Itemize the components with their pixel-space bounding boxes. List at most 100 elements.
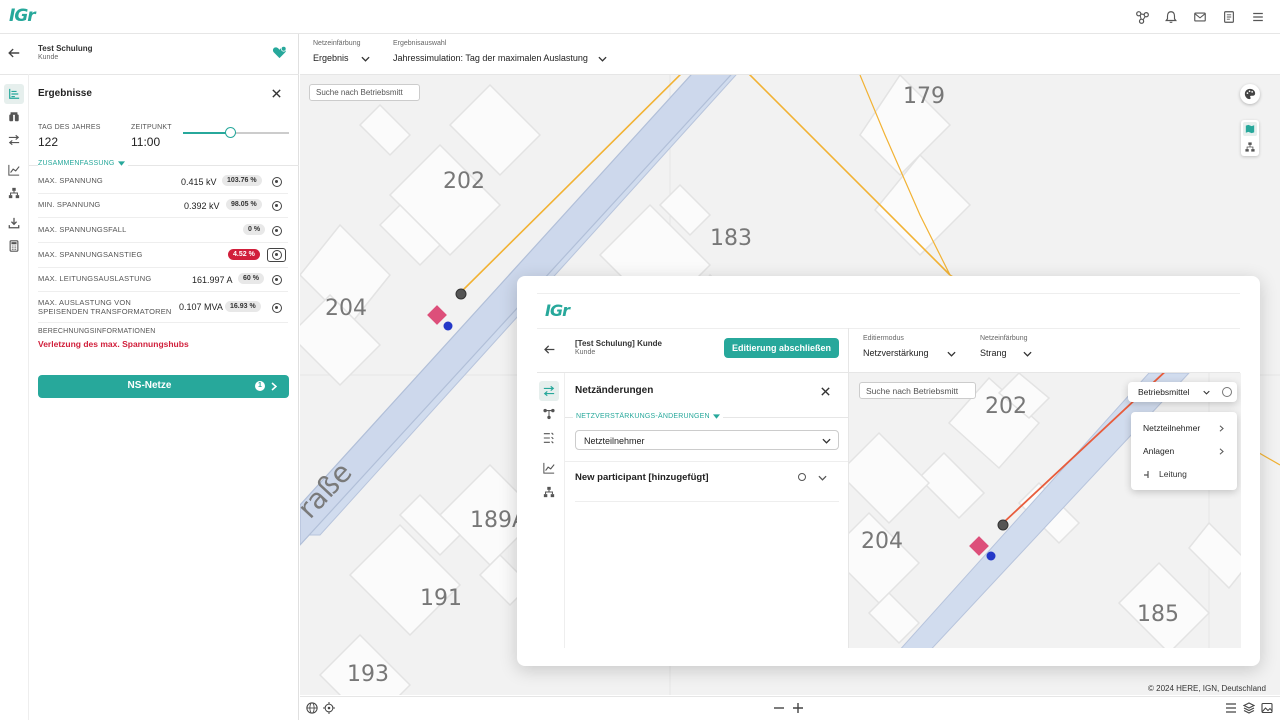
metric-label: MAX. SPANNUNGSANSTIEG	[38, 250, 143, 259]
mail-icon[interactable]	[1192, 9, 1208, 25]
card-network-icon[interactable]	[543, 408, 555, 420]
download-icon[interactable]	[4, 213, 24, 233]
card-hierarchy-icon[interactable]	[543, 486, 555, 498]
card-back-arrow-icon[interactable]	[543, 343, 556, 356]
metric-badge: 0 %	[243, 224, 266, 235]
chevron-right-icon	[1219, 425, 1224, 432]
card-list-settings-icon[interactable]	[543, 432, 555, 444]
document-icon[interactable]	[1221, 9, 1237, 25]
locate-icon[interactable]	[272, 275, 282, 285]
image-icon[interactable]	[1261, 702, 1273, 714]
calculator-icon[interactable]	[4, 236, 24, 256]
binoculars-icon[interactable]	[4, 107, 24, 127]
top-bar: IGr	[0, 0, 1280, 34]
house-number: 179	[903, 84, 945, 109]
map-mode-icon[interactable]	[1243, 122, 1257, 136]
time-value: 11:00	[131, 135, 161, 149]
locate-icon[interactable]	[272, 226, 282, 236]
menu-item-participants[interactable]: Netzteilnehmer	[1131, 417, 1237, 439]
ns-networks-label: NS-Netze	[127, 380, 172, 391]
palette-button[interactable]	[1240, 84, 1260, 104]
zoom-out-icon[interactable]	[773, 702, 785, 714]
coloring-select[interactable]: Ergebnis	[313, 53, 373, 67]
chevron-down-icon	[1203, 390, 1210, 395]
chart-icon[interactable]	[4, 160, 24, 180]
summary-toggle[interactable]: ZUSAMMENFASSUNG	[38, 160, 128, 167]
schematic-mode-icon[interactable]	[1243, 140, 1257, 154]
close-results-icon[interactable]	[271, 88, 282, 99]
zoom-in-icon[interactable]	[792, 702, 804, 714]
card-list-line	[565, 461, 848, 462]
overlay-screenshot-card: IGr [Test Schulung] Kunde Kunde Editieru…	[517, 276, 1260, 666]
card-project-subtitle: Kunde	[575, 349, 596, 356]
metric-row-voltage-drop: MAX. SPANNUNGSFALL 0 %	[38, 219, 288, 243]
card-swap-icon[interactable]	[539, 381, 559, 401]
map-view-toggle	[1241, 120, 1259, 156]
bell-icon[interactable]	[1163, 9, 1179, 25]
edit-mode-value: Netzverstärkung	[863, 348, 929, 358]
project-title: Test Schulung	[38, 44, 93, 53]
time-slider-thumb[interactable]	[225, 127, 237, 138]
hierarchy-icon[interactable]	[4, 183, 24, 203]
asset-type-dropdown[interactable]: Betriebsmittel	[1128, 382, 1237, 402]
card-panel-title: Netzänderungen	[575, 385, 654, 396]
heart-status-icon[interactable]	[272, 46, 287, 59]
result-select[interactable]: Jahressimulation: Tag der maximalen Ausl…	[393, 53, 613, 67]
card-house-number: 185	[1137, 602, 1179, 627]
house-number: 191	[420, 586, 462, 611]
results-title: Ergebnisse	[38, 88, 92, 99]
menu-item-line[interactable]: Leitung	[1131, 463, 1237, 485]
metric-badge: 16.93 %	[225, 301, 261, 312]
participant-item-label[interactable]: New participant [hinzugefügt]	[575, 472, 709, 483]
menu-item-label: Anlagen	[1143, 446, 1175, 456]
icon-rail	[0, 74, 29, 720]
edit-mode-label: Editiermodus	[863, 335, 904, 342]
participant-locate-icon[interactable]	[798, 473, 806, 481]
metric-label: MIN. SPANNUNG	[38, 200, 101, 209]
left-panel: Test Schulung Kunde Ergebnisse TAG DES J…	[0, 34, 299, 720]
menu-icon[interactable]	[1250, 9, 1266, 25]
metric-label-line2: SPEISENDEN TRANSFORMATOREN	[38, 307, 172, 316]
back-arrow-icon[interactable]	[7, 46, 21, 60]
participant-type-select[interactable]: Netzteilnehmer	[575, 430, 839, 450]
card-close-icon[interactable]	[820, 386, 831, 397]
app-logo[interactable]: IGr	[9, 6, 36, 26]
day-value: 122	[38, 135, 59, 149]
check-circle-icon[interactable]	[1222, 387, 1232, 397]
card-section-toggle[interactable]: NETZVERSTÄRKUNGS-ÄNDERUNGEN	[573, 413, 723, 420]
network-icon[interactable]	[1134, 9, 1150, 25]
ns-networks-button[interactable]: NS-Netze 1	[38, 375, 289, 398]
results-icon[interactable]	[4, 84, 24, 104]
map-search-input[interactable]: Suche nach Betriebsmitt	[309, 84, 420, 101]
participant-expand-icon[interactable]	[818, 475, 827, 481]
summary-label: ZUSAMMENFASSUNG	[38, 160, 115, 167]
calc-info-label: BERECHNUNGSINFORMATIONEN	[38, 328, 156, 335]
metric-row-line-load: MAX. LEITUNGSAUSLASTUNG 161.997 A 60 %	[38, 268, 288, 292]
swap-icon[interactable]	[4, 130, 24, 150]
card-chart-icon[interactable]	[543, 462, 555, 474]
card-search-input[interactable]: Suche nach Betriebsmitt	[859, 382, 976, 399]
menu-item-plants[interactable]: Anlagen	[1131, 440, 1237, 462]
crosshair-icon[interactable]	[323, 702, 335, 714]
metric-label: MAX. SPANNUNG	[38, 176, 103, 185]
card-map-view[interactable]: 202 204 185 Suche nach Betriebsmitt Betr…	[849, 373, 1241, 648]
caret-down-icon	[712, 414, 720, 419]
locate-icon[interactable]	[272, 303, 282, 313]
locate-button-active[interactable]	[267, 248, 286, 262]
map-bottom-bar	[300, 696, 1280, 720]
card-coloring-select[interactable]: Strang	[980, 348, 1040, 362]
locate-icon[interactable]	[272, 177, 282, 187]
metric-row-voltage-rise: MAX. SPANNUNGSANSTIEG 4.52 %	[38, 244, 288, 268]
card-section-label: NETZVERSTÄRKUNGS-ÄNDERUNGEN	[576, 413, 710, 420]
layers-icon[interactable]	[1243, 702, 1255, 714]
list-icon[interactable]	[1225, 702, 1237, 714]
edit-mode-select[interactable]: Netzverstärkung	[863, 348, 958, 362]
time-slider-track[interactable]	[183, 127, 289, 138]
finish-editing-button[interactable]: Editierung abschließen	[724, 338, 839, 358]
globe-icon[interactable]	[306, 702, 318, 714]
locate-icon	[272, 250, 282, 260]
house-number: 202	[443, 169, 485, 194]
house-number: 204	[325, 296, 367, 321]
house-number: 183	[710, 226, 752, 251]
locate-icon[interactable]	[272, 201, 282, 211]
